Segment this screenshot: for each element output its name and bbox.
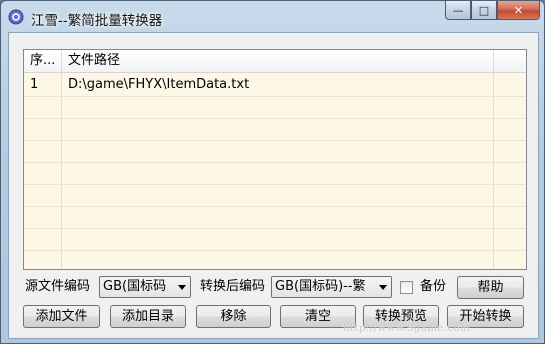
grid-line [24,184,526,185]
grid-line [24,96,526,97]
maximize-button[interactable]: □ [471,1,497,20]
source-encoding-select[interactable]: GB(国标码 [99,276,191,298]
client-area: 序... 文件路径 1 D:\game\FHYX\ItemData.txt 源文… [8,32,539,339]
column-header-filler [494,50,526,72]
table-row[interactable]: 1 D:\game\FHYX\ItemData.txt [24,74,526,96]
remove-button[interactable]: 移除 [196,305,271,328]
grid-line [493,73,494,269]
help-button[interactable]: 帮助 [457,276,524,299]
row-seq: 1 [30,77,39,92]
maximize-icon: □ [478,3,490,17]
chevron-down-icon [374,277,391,297]
caption-buttons: — □ ✕ [445,1,540,21]
watermark: http://www.9game.com [343,323,471,334]
row-path: D:\game\FHYX\ItemData.txt [68,77,250,92]
minimize-icon: — [452,3,464,17]
source-encoding-value: GB(国标码 [103,279,167,294]
grid-line [24,206,526,207]
app-window: 江雪--繁简批量转换器 — □ ✕ 序... 文件路径 1 D:\game\FH… [0,0,545,344]
grid-line [61,73,62,269]
grid-line [24,228,526,229]
target-encoding-select[interactable]: GB(国标码)--繁 [271,276,392,298]
list-header: 序... 文件路径 [24,50,526,73]
window-title: 江雪--繁简批量转换器 [31,13,163,29]
add-file-button[interactable]: 添加文件 [23,305,100,328]
column-header-seq[interactable]: 序... [24,50,62,72]
grid-line [24,140,526,141]
column-header-path[interactable]: 文件路径 [62,50,494,72]
close-button[interactable]: ✕ [497,1,540,20]
backup-checkbox[interactable] [400,281,413,294]
chevron-down-icon [173,277,190,297]
target-encoding-value: GB(国标码)--繁 [275,279,366,294]
source-encoding-label: 源文件编码 [25,279,91,294]
grid-line [24,118,526,119]
title-bar[interactable]: 江雪--繁简批量转换器 — □ ✕ [1,1,544,33]
close-icon: ✕ [513,3,524,17]
grid-line [24,162,526,163]
file-list[interactable]: 序... 文件路径 1 D:\game\FHYX\ItemData.txt [23,49,527,270]
minimize-button[interactable]: — [445,1,471,20]
backup-label: 备份 [420,279,447,294]
grid-line [24,250,526,251]
app-gear-icon [8,9,24,25]
add-directory-button[interactable]: 添加目录 [110,305,186,328]
target-encoding-label: 转换后编码 [200,279,266,294]
